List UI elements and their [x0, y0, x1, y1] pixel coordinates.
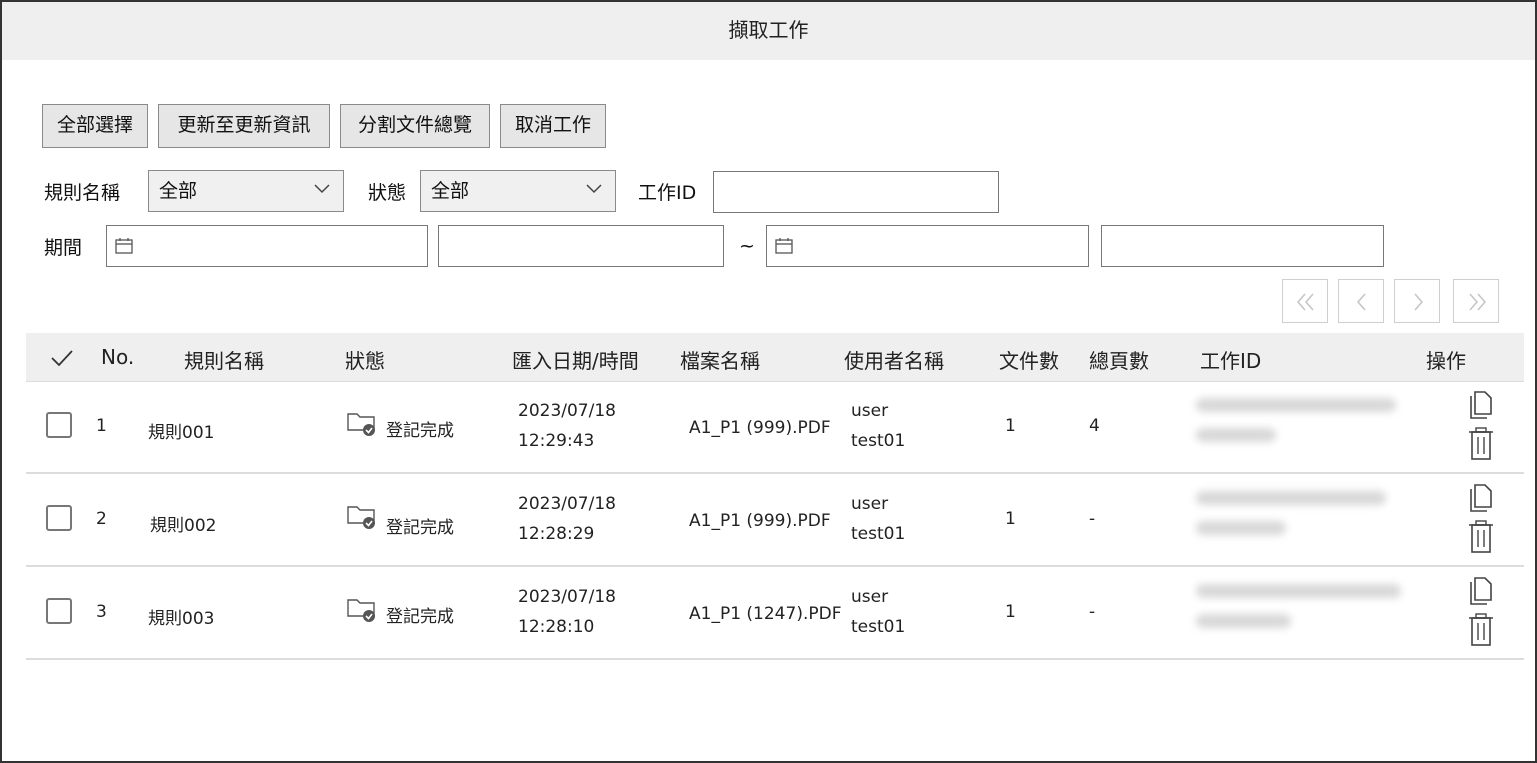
calendar-icon[interactable] [775, 238, 793, 254]
row-rule-name: 規則001 [148, 423, 215, 443]
row-user-line1: user [851, 494, 889, 514]
row-job-id-blurred [1196, 584, 1416, 644]
capture-jobs-window: 擷取工作 全部選擇 更新至更新資訊 分割文件總覽 取消工作 規則名稱 全部 狀態… [0, 0, 1537, 763]
trash-icon[interactable] [1466, 519, 1496, 555]
end-date-input[interactable] [766, 225, 1089, 267]
end-time-input[interactable] [1101, 225, 1384, 267]
row-user-line1: user [851, 587, 889, 607]
row-user-line1: user [851, 401, 889, 421]
table-header: No. 規則名稱 狀態 匯入日期/時間 檔案名稱 使用者名稱 文件數 總頁數 工… [26, 333, 1524, 383]
folder-check-icon [347, 413, 375, 436]
copy-icon[interactable] [1466, 388, 1496, 422]
row-status: 登記完成 [386, 421, 454, 441]
row-checkbox[interactable] [46, 598, 72, 624]
calendar-icon[interactable] [115, 238, 133, 254]
row-user-line2: test01 [851, 617, 906, 637]
row-rule-name: 規則002 [150, 516, 217, 536]
row-doc-count: 1 [1005, 509, 1016, 529]
folder-check-icon [347, 599, 375, 622]
row-no: 3 [96, 602, 107, 622]
col-job-id: 工作ID [1200, 349, 1262, 373]
job-id-input[interactable] [713, 171, 999, 213]
first-page-button[interactable] [1282, 279, 1328, 323]
rule-name-select-value: 全部 [159, 180, 198, 202]
row-import-date: 2023/07/18 [518, 494, 616, 514]
next-page-icon [1414, 293, 1423, 311]
row-import-time: 12:28:10 [518, 617, 595, 637]
row-import-date: 2023/07/18 [518, 587, 616, 607]
window-title: 擷取工作 [2, 2, 1535, 60]
rule-name-select[interactable]: 全部 [148, 170, 344, 212]
prev-page-icon [1357, 293, 1366, 311]
table-row[interactable]: 1 規則001 登記完成 2023/07/18 12:29:43 A1_P1 (… [26, 382, 1524, 474]
chevron-down-icon [314, 184, 330, 194]
period-label: 期間 [44, 237, 83, 259]
start-date-input[interactable] [106, 225, 428, 267]
update-info-button[interactable]: 更新至更新資訊 [158, 104, 330, 148]
table-row[interactable]: 2 規則002 登記完成 2023/07/18 12:28:29 A1_P1 (… [26, 475, 1524, 567]
rule-name-label: 規則名稱 [44, 182, 121, 204]
row-status: 登記完成 [386, 518, 454, 538]
row-job-id-blurred [1196, 398, 1416, 458]
last-page-icon [1469, 293, 1486, 311]
row-no: 1 [96, 416, 107, 436]
col-file-name: 檔案名稱 [680, 349, 760, 373]
table-row[interactable]: 3 規則003 登記完成 2023/07/18 12:28:10 A1_P1 (… [26, 568, 1524, 660]
row-status: 登記完成 [386, 607, 454, 627]
copy-icon[interactable] [1466, 574, 1496, 608]
range-separator: ~ [739, 235, 755, 257]
col-operations: 操作 [1426, 349, 1466, 373]
col-no: No. [101, 345, 135, 369]
row-checkbox[interactable] [46, 412, 72, 438]
col-user-name: 使用者名稱 [844, 349, 944, 373]
status-select-value: 全部 [431, 180, 470, 202]
row-page-count: 4 [1089, 416, 1100, 436]
row-job-id-blurred [1196, 491, 1416, 551]
start-time-input[interactable] [438, 225, 724, 267]
split-overview-button[interactable]: 分割文件總覽 [340, 104, 490, 148]
copy-icon[interactable] [1466, 481, 1496, 515]
row-file-name: A1_P1 (999).PDF [689, 511, 831, 531]
prev-page-button[interactable] [1338, 279, 1384, 323]
row-page-count: - [1089, 509, 1096, 529]
row-doc-count: 1 [1005, 416, 1016, 436]
folder-check-icon [347, 506, 375, 529]
last-page-button[interactable] [1453, 279, 1499, 323]
row-doc-count: 1 [1005, 602, 1016, 622]
col-page-count: 總頁數 [1089, 349, 1149, 373]
row-file-name: A1_P1 (999).PDF [689, 418, 831, 438]
select-all-button[interactable]: 全部選擇 [42, 104, 148, 148]
row-import-date: 2023/07/18 [518, 401, 616, 421]
chevron-down-icon [586, 184, 602, 194]
col-status: 狀態 [345, 349, 385, 373]
trash-icon[interactable] [1466, 612, 1496, 648]
row-import-time: 12:28:29 [518, 524, 595, 544]
row-user-line2: test01 [851, 524, 906, 544]
next-page-button[interactable] [1394, 279, 1440, 323]
status-select[interactable]: 全部 [420, 170, 616, 212]
row-file-name: A1_P1 (1247).PDF [689, 604, 842, 624]
trash-icon[interactable] [1466, 426, 1496, 462]
first-page-icon [1297, 293, 1314, 311]
row-checkbox[interactable] [46, 505, 72, 531]
col-rule-name: 規則名稱 [184, 349, 264, 373]
row-page-count: - [1089, 602, 1096, 622]
job-id-label: 工作ID [638, 182, 697, 204]
status-label: 狀態 [368, 182, 407, 204]
col-import-datetime: 匯入日期/時間 [512, 349, 639, 373]
col-doc-count: 文件數 [999, 349, 1059, 373]
row-rule-name: 規則003 [148, 609, 215, 629]
select-all-check-icon[interactable] [50, 349, 74, 367]
cancel-job-button[interactable]: 取消工作 [500, 104, 606, 148]
row-import-time: 12:29:43 [518, 431, 595, 451]
row-no: 2 [96, 509, 107, 529]
row-user-line2: test01 [851, 431, 906, 451]
